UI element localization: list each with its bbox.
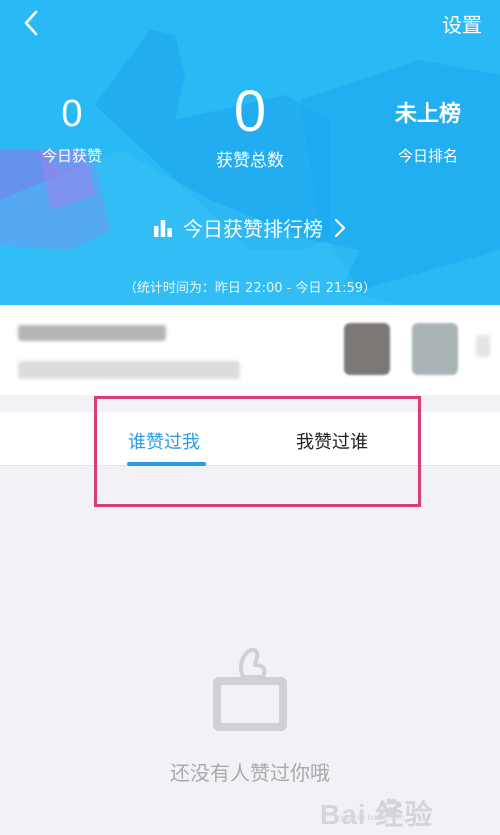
blurred-detail — [18, 361, 240, 379]
blurred-name — [18, 325, 166, 341]
thumbs-up-icon — [213, 647, 287, 731]
annotation-highlight-box — [94, 396, 421, 507]
header-banner: 设置 0 今日获赞 0 获赞总数 未上榜 今日排名 今日获赞排行榜 （统计时间为… — [0, 0, 500, 305]
avatar[interactable] — [344, 323, 390, 375]
chevron-left-icon[interactable] — [18, 8, 48, 38]
empty-state-text: 还没有人赞过你哦 — [170, 761, 330, 785]
stat-total-likes-value: 0 — [233, 79, 267, 144]
watermark-url: jingyan.baidu.com — [340, 813, 405, 822]
statistics-time-note: （统计时间为：昨日 22:00 - 今日 21:59） — [123, 281, 377, 296]
stat-today-likes: 0 今日获赞 — [22, 88, 122, 166]
stat-today-rank: 未上榜 今日排名 — [373, 88, 483, 166]
stat-total-likes-label: 获赞总数 — [216, 151, 284, 171]
stat-today-likes-label: 今日获赞 — [41, 147, 102, 165]
user-info-strip[interactable] — [0, 305, 500, 395]
bar-chart-icon — [154, 219, 172, 237]
stat-total-likes: 0 获赞总数 — [190, 79, 310, 172]
baidu-jingyan-watermark: Bai 经验 jingyan.baidu.com — [320, 791, 480, 831]
settings-button[interactable]: 设置 — [442, 9, 482, 38]
blurred-edge — [476, 335, 490, 357]
daily-ranking-link[interactable]: 今日获赞排行榜 — [0, 213, 500, 242]
top-bar: 设置 — [0, 0, 500, 48]
stat-today-rank-label: 今日排名 — [397, 147, 458, 165]
chevron-right-icon — [334, 218, 346, 237]
daily-ranking-label: 今日获赞排行榜 — [183, 217, 323, 241]
stat-today-rank-value: 未上榜 — [394, 101, 461, 126]
avatar[interactable] — [412, 323, 458, 375]
stat-today-likes-value: 0 — [61, 93, 83, 135]
